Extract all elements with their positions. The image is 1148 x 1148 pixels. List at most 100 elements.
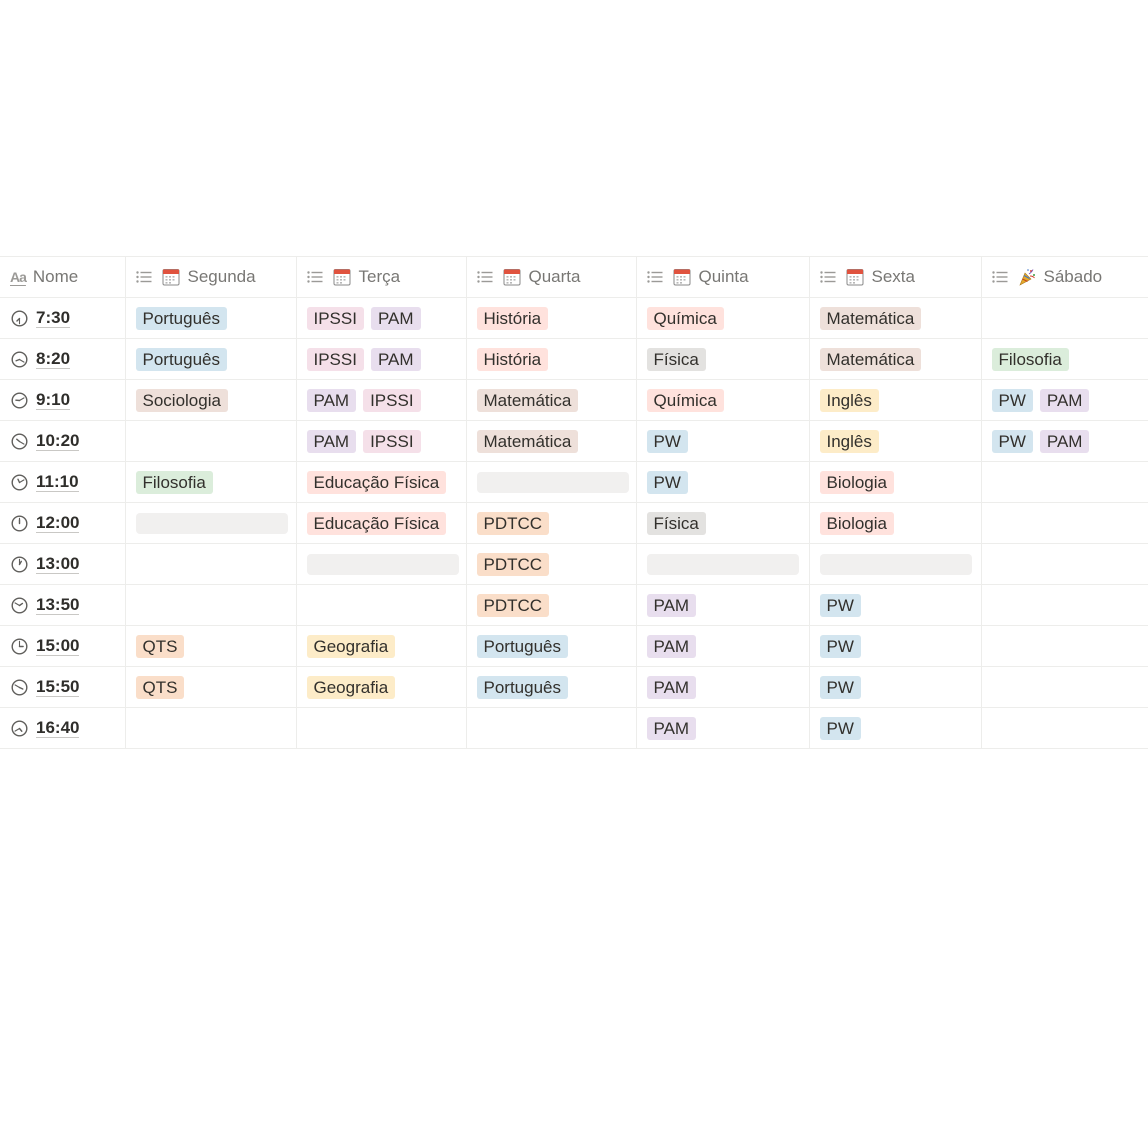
subject-cell[interactable] (981, 461, 1148, 503)
subject-cell[interactable]: Educação Física (296, 461, 467, 503)
subject-cell[interactable] (981, 584, 1148, 626)
table-row[interactable]: 11:10 Filosofia Educação Física PW Biologia (0, 461, 1148, 503)
subject-cell[interactable]: QTS (125, 666, 297, 708)
subject-cell[interactable]: História (466, 338, 637, 380)
column-header-quinta[interactable]: Quinta (636, 256, 810, 298)
time-label[interactable]: 13:50 (36, 595, 80, 615)
subject-tag[interactable]: PAM (370, 347, 421, 371)
time-cell[interactable]: 11:10 (0, 461, 126, 503)
subject-tag[interactable]: IPSSI (363, 429, 421, 453)
subject-tag[interactable]: PAM (1039, 388, 1090, 412)
time-label[interactable]: 9:10 (36, 390, 71, 410)
time-cell[interactable]: 15:00 (0, 625, 126, 667)
subject-cell[interactable]: PAM (636, 625, 810, 667)
subject-tag[interactable]: Biologia (819, 511, 894, 535)
subject-cell[interactable] (125, 707, 297, 749)
subject-cell[interactable] (296, 584, 467, 626)
subject-cell[interactable]: Inglês (809, 420, 982, 462)
subject-tag[interactable]: PDTCC (476, 593, 550, 617)
subject-cell[interactable] (466, 707, 637, 749)
subject-tag[interactable]: Filosofia (991, 347, 1069, 371)
subject-cell[interactable]: Inglês (809, 379, 982, 421)
subject-cell[interactable]: Biologia (809, 461, 982, 503)
subject-tag[interactable]: PW (819, 593, 861, 617)
subject-tag[interactable]: Biologia (819, 470, 894, 494)
subject-cell[interactable]: PW (809, 625, 982, 667)
subject-cell[interactable] (125, 420, 297, 462)
subject-tag[interactable]: Química (646, 388, 724, 412)
subject-cell[interactable]: Português (125, 297, 297, 339)
time-cell[interactable]: 15:50 (0, 666, 126, 708)
time-label[interactable]: 12:00 (36, 513, 80, 533)
column-header-segunda[interactable]: Segunda (125, 256, 297, 298)
subject-tag[interactable]: PAM (646, 675, 697, 699)
subject-cell[interactable]: Geografia (296, 625, 467, 667)
subject-tag[interactable]: PW (991, 429, 1033, 453)
subject-tag[interactable]: IPSSI (306, 306, 364, 330)
subject-cell[interactable]: PDTCC (466, 543, 637, 585)
table-row[interactable]: 13:00 PDTCC (0, 543, 1148, 585)
time-label[interactable]: 15:00 (36, 636, 80, 656)
subject-cell[interactable] (125, 502, 297, 544)
time-cell[interactable]: 7:30 (0, 297, 126, 339)
subject-tag[interactable]: Matemática (819, 347, 922, 371)
subject-cell[interactable]: PAM (636, 707, 810, 749)
subject-tag[interactable]: PAM (370, 306, 421, 330)
subject-cell[interactable]: Filosofia (125, 461, 297, 503)
table-row[interactable]: 10:20 PAM IPSSI Matemática PW Inglês PW PAM (0, 420, 1148, 462)
subject-tag[interactable]: Física (646, 511, 706, 535)
subject-tag[interactable]: QTS (135, 675, 185, 699)
empty-placeholder[interactable] (306, 553, 459, 575)
subject-tag[interactable]: Educação Física (306, 470, 447, 494)
subject-tag[interactable]: Português (476, 634, 568, 658)
time-cell[interactable]: 10:20 (0, 420, 126, 462)
subject-cell[interactable]: PAM IPSSI (296, 379, 467, 421)
subject-tag[interactable]: Geografia (306, 675, 396, 699)
subject-cell[interactable]: PAM (636, 584, 810, 626)
subject-cell[interactable] (981, 625, 1148, 667)
subject-tag[interactable]: Matemática (476, 388, 579, 412)
table-row[interactable]: 12:00 Educação Física PDTCC Física Biologia (0, 502, 1148, 544)
subject-cell[interactable] (125, 543, 297, 585)
subject-cell[interactable]: Química (636, 297, 810, 339)
subject-tag[interactable]: PW (819, 634, 861, 658)
subject-tag[interactable]: QTS (135, 634, 185, 658)
time-label[interactable]: 8:20 (36, 349, 71, 369)
subject-tag[interactable]: Filosofia (135, 470, 213, 494)
subject-tag[interactable]: PDTCC (476, 552, 550, 576)
subject-tag[interactable]: PAM (306, 429, 357, 453)
subject-tag[interactable]: História (476, 347, 549, 371)
table-row[interactable]: 15:50 QTS Geografia Português PAM PW (0, 666, 1148, 708)
empty-placeholder[interactable] (135, 512, 288, 534)
subject-tag[interactable]: Português (135, 306, 227, 330)
subject-cell[interactable] (296, 543, 467, 585)
subject-cell[interactable] (981, 707, 1148, 749)
subject-cell[interactable]: PDTCC (466, 502, 637, 544)
subject-cell[interactable]: PAM IPSSI (296, 420, 467, 462)
column-header-terca[interactable]: Terça (296, 256, 467, 298)
subject-tag[interactable]: PAM (646, 593, 697, 617)
subject-tag[interactable]: Inglês (819, 429, 879, 453)
subject-tag[interactable]: PW (646, 470, 688, 494)
subject-cell[interactable]: Matemática (466, 379, 637, 421)
subject-tag[interactable]: PW (819, 716, 861, 740)
subject-cell[interactable] (125, 584, 297, 626)
subject-cell[interactable] (981, 502, 1148, 544)
subject-cell[interactable]: Matemática (809, 297, 982, 339)
subject-cell[interactable]: IPSSI PAM (296, 338, 467, 380)
subject-tag[interactable]: PDTCC (476, 511, 550, 535)
time-label[interactable]: 15:50 (36, 677, 80, 697)
subject-cell[interactable]: Português (466, 625, 637, 667)
time-cell[interactable]: 8:20 (0, 338, 126, 380)
subject-tag[interactable]: PAM (646, 634, 697, 658)
empty-placeholder[interactable] (476, 471, 629, 493)
subject-cell[interactable]: PW (636, 461, 810, 503)
subject-cell[interactable] (636, 543, 810, 585)
subject-tag[interactable]: Matemática (476, 429, 579, 453)
time-label[interactable]: 10:20 (36, 431, 80, 451)
time-cell[interactable]: 9:10 (0, 379, 126, 421)
subject-cell[interactable]: Português (466, 666, 637, 708)
subject-tag[interactable]: Química (646, 306, 724, 330)
column-header-quarta[interactable]: Quarta (466, 256, 637, 298)
subject-cell[interactable]: PW PAM (981, 379, 1148, 421)
